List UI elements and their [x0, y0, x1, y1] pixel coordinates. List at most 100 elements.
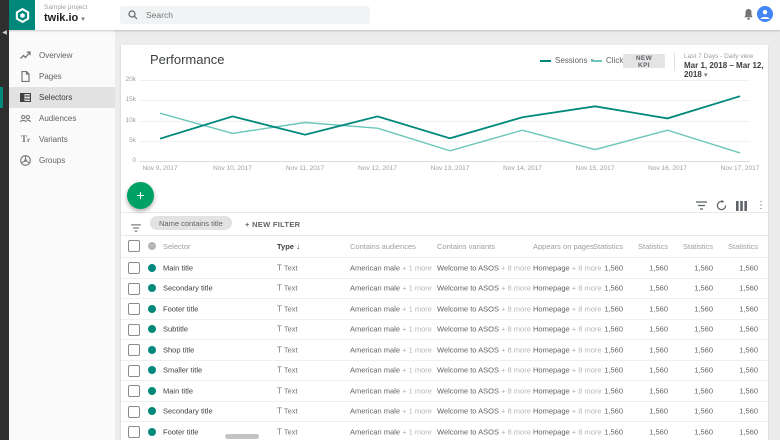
row-checkbox[interactable] [128, 364, 140, 377]
type-label: Text [283, 324, 298, 334]
horizontal-scrollbar-thumb[interactable] [225, 434, 259, 439]
sidebar-nav: Overview Pages Selectors Audiences Tr Variant… [9, 30, 115, 440]
table-row[interactable]: Secondary title T Text American male + 1 m… [121, 400, 768, 422]
row-checkbox[interactable] [128, 303, 140, 315]
table-row[interactable]: Shop title T Text American male + 1 more We… [121, 339, 768, 360]
audiences-cell: American male + 1 more [350, 406, 432, 416]
sidebar-item-audiences[interactable]: Audiences [9, 108, 115, 129]
statistics-value: 1,560 [694, 324, 713, 334]
y-axis-tick: 10k [125, 116, 136, 124]
audiences-cell: American male + 1 more [350, 263, 432, 273]
project-name: twik.io [44, 12, 79, 24]
statistics-value: 1,560 [649, 345, 668, 355]
statistics-value: 1,560 [739, 345, 758, 355]
status-dot-header [148, 242, 156, 250]
user-avatar[interactable] [757, 6, 773, 22]
type-cell: T Text [277, 263, 298, 272]
text-type-icon: T [277, 263, 282, 273]
row-checkbox[interactable] [128, 426, 140, 438]
column-header-statistics[interactable]: Statistics [618, 242, 668, 251]
variants-cell: Welcome to ASOS + 8 more [437, 304, 531, 314]
text-type-icon: T [277, 427, 282, 437]
text-type-icon: T [277, 324, 282, 334]
status-dot [148, 427, 156, 436]
status-dot [148, 407, 156, 415]
more-options-icon[interactable]: ⋮ [756, 200, 766, 211]
column-header-audiences[interactable]: Contains audiences [350, 242, 416, 251]
statistics-value: 1,560 [739, 386, 758, 396]
selectors-icon [20, 92, 31, 102]
row-checkbox[interactable] [128, 323, 140, 336]
selector-name: Footer title [163, 427, 199, 437]
project-switcher[interactable]: twik.io ▾ [44, 12, 85, 24]
audiences-cell: American male + 1 more [350, 365, 432, 375]
statistics-value: 1,560 [694, 283, 713, 293]
status-dot [148, 284, 156, 292]
legend-sessions[interactable]: Sessions ▾ [540, 56, 593, 65]
variants-cell: Welcome to ASOS + 8 more [437, 263, 531, 273]
chart-lines [159, 95, 741, 154]
sidebar-item-overview[interactable]: Overview [9, 45, 115, 66]
collapse-chevron-icon[interactable]: ◀ [0, 27, 9, 39]
columns-icon[interactable] [736, 200, 747, 211]
search-input[interactable] [144, 9, 348, 21]
sidebar-item-selectors[interactable]: Selectors [9, 86, 115, 108]
sidebar-item-groups[interactable]: Groups [9, 150, 115, 171]
sidebar-item-variants[interactable]: Tr Variants [9, 129, 115, 150]
table-row[interactable]: Smaller title T Text American male + 1 mor… [121, 359, 768, 381]
selectors-table-body: Main title T Text American male + 1 more We… [121, 257, 768, 440]
new-kpi-button[interactable]: NEW KPI [623, 54, 665, 69]
statistics-value: 1,560 [649, 324, 668, 334]
table-row[interactable]: Main title T Text American male + 1 more We… [121, 380, 768, 401]
series-line-sessions [159, 95, 741, 140]
row-checkbox[interactable] [128, 405, 140, 418]
row-checkbox[interactable] [128, 262, 140, 274]
variants-cell: Welcome to ASOS + 8 more [437, 427, 531, 437]
trending-up-icon [20, 50, 31, 60]
new-filter-button[interactable]: + NEW FILTER [245, 220, 300, 229]
text-type-icon: T [277, 365, 282, 375]
notifications-bell-icon[interactable] [743, 8, 754, 26]
table-row[interactable]: Footer title T Text American male + 1 more… [121, 298, 768, 319]
statistics-value: 1,560 [694, 365, 713, 375]
text-type-icon: T [277, 304, 282, 314]
twik-logo[interactable] [9, 0, 35, 30]
table-row[interactable]: Main title T Text American male + 1 more We… [121, 257, 768, 278]
add-selector-fab[interactable]: + [127, 182, 154, 209]
filter-icon[interactable] [696, 201, 707, 210]
variants-cell: Welcome to ASOS + 8 more [437, 386, 531, 396]
row-checkbox[interactable] [128, 282, 140, 295]
statistics-value: 1,560 [739, 427, 758, 437]
date-range-value: Mar 1, 2018 – Mar 12, 2018 [684, 61, 764, 79]
date-range-picker[interactable]: Mar 1, 2018 – Mar 12, 2018 ▾ [684, 61, 780, 79]
statistics-value: 1,560 [604, 304, 623, 314]
column-header-selector[interactable]: Selector [163, 242, 191, 251]
row-checkbox[interactable] [128, 344, 140, 356]
status-dot [148, 386, 156, 395]
type-label: Text [283, 345, 298, 355]
select-all-checkbox[interactable] [128, 240, 140, 252]
table-row[interactable]: Subtitle T Text American male + 1 more Welc… [121, 318, 768, 340]
search-box[interactable] [120, 6, 370, 24]
table-row[interactable]: Footer title T Text American male + 1 more… [121, 421, 768, 440]
column-header-statistics[interactable]: Statistics [708, 242, 758, 251]
statistics-value: 1,560 [694, 263, 713, 273]
legend-sessions-label: Sessions [555, 56, 588, 65]
row-checkbox[interactable] [128, 385, 140, 397]
column-header-statistics[interactable]: Statistics [573, 242, 623, 251]
status-dot [148, 304, 156, 313]
variants-icon: Tr [20, 134, 31, 144]
statistics-value: 1,560 [604, 365, 623, 375]
sidebar-item-pages[interactable]: Pages [9, 66, 115, 87]
column-header-variants[interactable]: Contains variants [437, 242, 495, 251]
y-axis-tick: 20k [125, 76, 136, 83]
table-row[interactable]: Secondary title T Text American male + 1 m… [121, 277, 768, 299]
type-cell: T Text [277, 325, 298, 334]
statistics-value: 1,560 [739, 406, 758, 416]
y-axis-tick: 5k [129, 136, 136, 144]
refresh-icon[interactable] [716, 200, 727, 211]
type-label: Text [283, 365, 298, 375]
filter-chip[interactable]: Name contains title [150, 216, 232, 230]
column-header-type[interactable]: Type ↓ [277, 242, 300, 251]
column-header-statistics[interactable]: Statistics [663, 242, 713, 251]
